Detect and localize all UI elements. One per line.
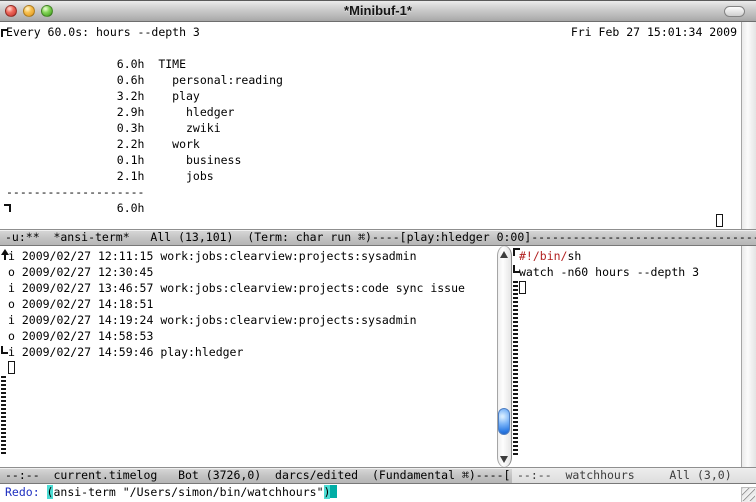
bottom-right-window-watchhours[interactable]: #!/bin/sh watch -n60 hours --depth 3 bbox=[512, 246, 741, 467]
minibuffer[interactable]: Redo: (ansi-term "/Users/simon/bin/watch… bbox=[0, 484, 756, 502]
resize-grip-icon[interactable] bbox=[741, 487, 756, 502]
minibuffer-prompt: Redo: bbox=[5, 485, 47, 499]
cursor-hollow bbox=[716, 214, 723, 227]
empty-lines-indicator bbox=[513, 281, 518, 455]
watch-command-line: watch -n60 hours --depth 3 bbox=[519, 264, 699, 280]
buffer-end-corner-icon bbox=[4, 204, 11, 212]
scroll-down-arrow-icon[interactable] bbox=[500, 456, 508, 463]
watchhours-scrollbar[interactable] bbox=[741, 246, 756, 467]
empty-lines-indicator bbox=[1, 376, 6, 456]
window-title: *Minibuf-1* bbox=[0, 0, 756, 22]
buffer-bottom-corner-icon bbox=[1, 346, 8, 354]
mode-line-timelog[interactable]: --:-- current.timelog Bot (3726,0) darcs… bbox=[0, 467, 512, 484]
shebang-path: #!/bin/ bbox=[519, 249, 567, 263]
timelog-scrollbar[interactable] bbox=[497, 246, 512, 467]
cursor-hollow bbox=[519, 281, 526, 294]
shebang-line: #!/bin/sh bbox=[519, 248, 581, 264]
scroll-up-arrow-icon[interactable] bbox=[500, 251, 508, 258]
bottom-left-window-timelog[interactable]: i 2009/02/27 12:11:15 work:jobs:clearvie… bbox=[0, 246, 497, 467]
watch-timestamp: Fri Feb 27 15:01:34 2009 bbox=[571, 24, 737, 40]
mode-line-watchhours[interactable]: --:-- watchhours All (3,0) bbox=[512, 467, 756, 484]
scrollbar-thumb[interactable] bbox=[498, 408, 510, 435]
shebang-interpreter: sh bbox=[567, 249, 581, 263]
title-bar[interactable]: *Minibuf-1* bbox=[0, 0, 756, 22]
toolbar-toggle-icon[interactable] bbox=[724, 6, 745, 17]
top-window-scrollbar[interactable] bbox=[741, 22, 756, 229]
top-window-ansi-term[interactable]: Every 60.0s: hours --depth 3 Fri Feb 27 … bbox=[0, 22, 741, 229]
emacs-frame: *Minibuf-1* Every 60.0s: hours --depth 3… bbox=[0, 0, 756, 502]
timelog-entries: i 2009/02/27 12:11:15 work:jobs:clearvie… bbox=[8, 248, 465, 360]
cursor-block bbox=[330, 485, 337, 498]
minibuffer-command: ansi-term "/Users/simon/bin/watchhours" bbox=[53, 485, 323, 499]
cursor-hollow bbox=[8, 361, 15, 374]
close-paren-highlight: ) bbox=[324, 485, 331, 499]
mode-line-ansi-term[interactable]: -u:** *ansi-term* All (13,101) (Term: ch… bbox=[0, 229, 756, 246]
watch-header: Every 60.0s: hours --depth 3 bbox=[6, 24, 200, 40]
hours-report: 6.0h TIME 0.6h personal:reading 3.2h pla… bbox=[6, 56, 283, 216]
